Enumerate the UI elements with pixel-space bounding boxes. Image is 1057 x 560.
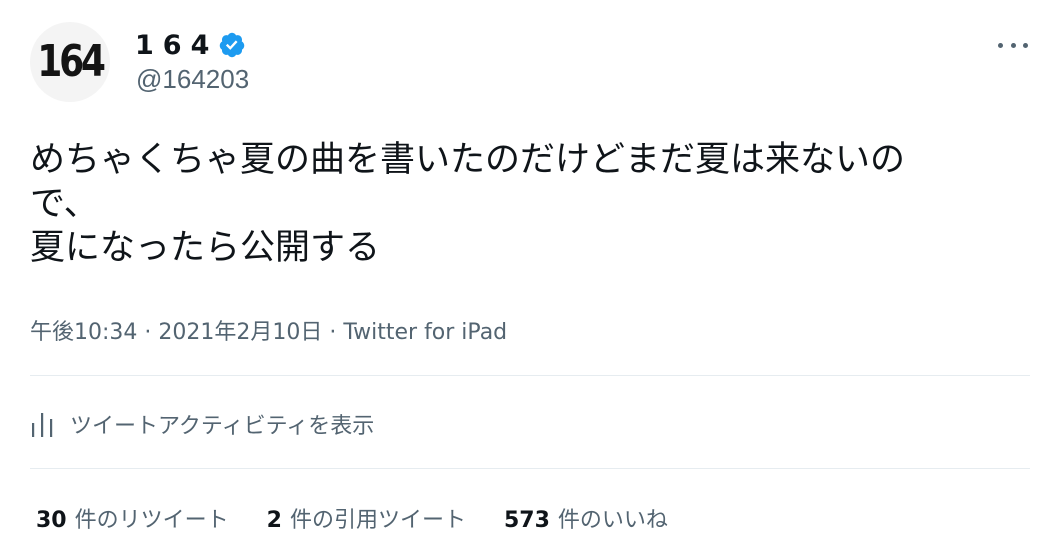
more-icon[interactable]: [998, 32, 1028, 58]
tweet-activity-button[interactable]: ツイートアクティビティを表示: [30, 404, 374, 444]
quote-tweets-label: 件の引用ツイート: [289, 508, 466, 533]
quote-tweets-stat[interactable]: 2 件の引用ツイート: [267, 502, 466, 534]
tweet-line: で、: [30, 184, 99, 224]
divider: [30, 468, 1030, 469]
tweet-text: めちゃくちゃ夏の曲を書いたのだけどまだ夏は来ないの で、 夏になったら公開する: [30, 138, 990, 270]
tweet-line: めちゃくちゃ夏の曲を書いたのだけどまだ夏は来ないの: [30, 140, 906, 180]
author-name-row[interactable]: 164: [135, 27, 246, 63]
more-dot: [1023, 42, 1028, 48]
more-dot: [998, 42, 1003, 48]
retweets-stat[interactable]: 30 件のリツイート: [36, 502, 229, 534]
more-dot: [1010, 42, 1016, 48]
tweet-line: 夏になったら公開する: [30, 228, 381, 268]
likes-stat[interactable]: 573 件のいいね: [504, 502, 668, 534]
user-handle[interactable]: @164203: [136, 64, 249, 95]
retweets-count: 30: [36, 508, 67, 533]
display-name[interactable]: 164: [135, 30, 218, 61]
retweets-label: 件のリツイート: [74, 508, 229, 533]
verified-badge-icon: [220, 32, 245, 58]
quote-tweets-count: 2: [266, 508, 282, 533]
likes-count: 573: [503, 508, 550, 533]
likes-label: 件のいいね: [557, 508, 668, 533]
divider: [30, 375, 1030, 376]
analytics-icon: [32, 413, 53, 437]
tweet-timestamp[interactable]: 午後10:34 · 2021年2月10日 · Twitter for iPad: [30, 314, 507, 346]
avatar[interactable]: 164: [30, 22, 110, 102]
tweet-activity-label: ツイートアクティビティを表示: [70, 414, 375, 439]
avatar-logo-text: 164: [37, 36, 106, 87]
tweet-stats: 30 件のリツイート 2 件の引用ツイート 573 件のいいね: [36, 500, 706, 536]
